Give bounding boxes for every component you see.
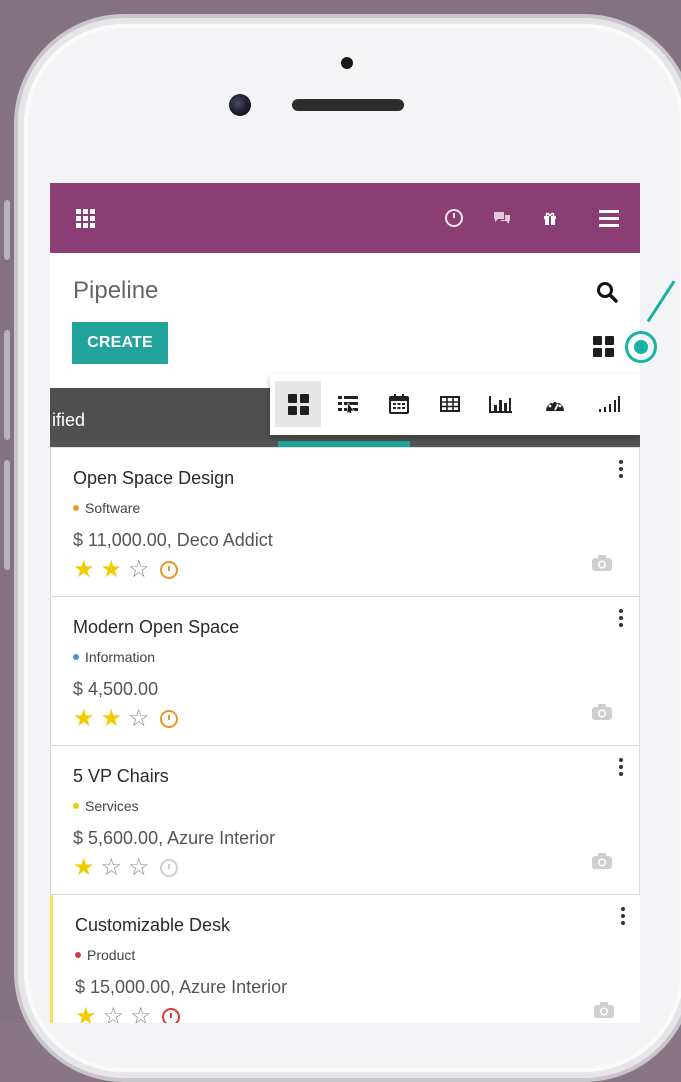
tag-label: Information xyxy=(85,649,156,665)
kanban-card[interactable]: Modern Open Space Information $ 4,500.00… xyxy=(50,597,640,746)
gift-icon[interactable] xyxy=(537,183,563,253)
camera-icon[interactable] xyxy=(591,554,613,572)
top-navbar xyxy=(50,183,640,253)
card-tag: Information xyxy=(73,649,155,665)
star-filled-icon[interactable]: ★ xyxy=(101,707,123,731)
card-title: 5 VP Chairs xyxy=(73,766,169,786)
front-camera xyxy=(229,94,251,116)
card-title: Customizable Desk xyxy=(75,915,231,935)
card-menu-icon[interactable] xyxy=(619,460,623,478)
phone-side-button xyxy=(4,330,10,440)
activity-clock-icon[interactable] xyxy=(159,710,178,728)
camera-icon[interactable] xyxy=(593,1001,615,1019)
dashboard-icon[interactable] xyxy=(532,381,578,427)
calendar-icon[interactable] xyxy=(376,381,422,427)
kanban-card[interactable]: 5 VP Chairs Services $ 5,600.00, Azure I… xyxy=(50,746,640,895)
priority-stars: ★ ★ ☆ xyxy=(73,707,178,731)
card-menu-icon[interactable] xyxy=(619,609,623,627)
tag-color-dot xyxy=(75,952,81,958)
stage-label: ified xyxy=(52,410,86,430)
pivot-icon[interactable] xyxy=(427,381,473,427)
control-panel: Pipeline CREATE xyxy=(50,253,640,387)
card-menu-icon[interactable] xyxy=(619,758,623,776)
phone-side-button xyxy=(4,460,10,570)
search-icon[interactable] xyxy=(595,280,619,304)
tag-label: Software xyxy=(85,500,141,516)
kanban-card[interactable]: Customizable Desk Product $ 15,000.00, A… xyxy=(50,895,640,1023)
tag-color-dot xyxy=(73,505,79,511)
priority-stars: ★ ☆ ☆ xyxy=(75,1005,180,1023)
phone-side-button xyxy=(4,200,10,260)
kanban-icon[interactable] xyxy=(275,381,321,427)
view-switcher-dropdown xyxy=(270,374,640,435)
star-empty-icon[interactable]: ☆ xyxy=(128,558,150,582)
camera-icon[interactable] xyxy=(591,703,613,721)
star-empty-icon[interactable]: ☆ xyxy=(101,856,123,880)
card-menu-icon[interactable] xyxy=(621,907,625,925)
callout-marker xyxy=(625,331,657,363)
apps-icon[interactable] xyxy=(70,183,100,253)
kanban-column: Open Space Design Software $ 11,000.00, … xyxy=(50,447,640,1023)
card-title: Open Space Design xyxy=(73,468,235,488)
priority-stars: ★ ★ ☆ xyxy=(73,558,178,582)
card-tag: Services xyxy=(73,798,139,814)
card-amount: $ 15,000.00, Azure Interior xyxy=(75,977,288,997)
activity-clock-icon[interactable] xyxy=(159,859,178,877)
tag-color-dot xyxy=(73,654,79,660)
card-amount: $ 5,600.00, Azure Interior xyxy=(73,828,276,848)
create-button[interactable]: CREATE xyxy=(72,322,168,364)
view-switcher-toggle-icon[interactable] xyxy=(593,336,617,360)
card-amount: $ 11,000.00, Deco Addict xyxy=(73,530,273,550)
camera-icon[interactable] xyxy=(591,852,613,870)
activity-clock-icon[interactable] xyxy=(161,1008,180,1023)
star-empty-icon[interactable]: ☆ xyxy=(130,1005,152,1024)
chat-icon[interactable] xyxy=(488,183,516,253)
card-amount: $ 4,500.00 xyxy=(73,679,159,699)
tag-label: Product xyxy=(87,947,136,963)
star-filled-icon[interactable]: ★ xyxy=(101,558,123,582)
star-filled-icon[interactable]: ★ xyxy=(73,856,95,880)
star-empty-icon[interactable]: ☆ xyxy=(128,707,150,731)
hamburger-menu-icon[interactable] xyxy=(595,183,623,253)
kanban-card[interactable]: Open Space Design Software $ 11,000.00, … xyxy=(50,447,640,597)
app-screen: Pipeline CREATE ified Open Space Design … xyxy=(50,183,640,1023)
tag-color-dot xyxy=(73,803,79,809)
page-title: Pipeline xyxy=(73,277,159,304)
card-tag: Software xyxy=(73,500,140,516)
star-filled-icon[interactable]: ★ xyxy=(73,707,95,731)
card-tag: Product xyxy=(75,947,135,963)
cohort-icon[interactable] xyxy=(586,381,632,427)
star-empty-icon[interactable]: ☆ xyxy=(103,1005,125,1024)
list-icon[interactable] xyxy=(326,381,372,427)
tag-label: Services xyxy=(85,798,139,814)
star-filled-icon[interactable]: ★ xyxy=(73,558,95,582)
star-filled-icon[interactable]: ★ xyxy=(75,1005,97,1024)
proximity-sensor xyxy=(341,57,353,69)
card-title: Modern Open Space xyxy=(73,617,240,637)
star-empty-icon[interactable]: ☆ xyxy=(128,856,150,880)
graph-icon[interactable] xyxy=(478,381,524,427)
earpiece-speaker xyxy=(292,99,404,111)
priority-stars: ★ ☆ ☆ xyxy=(73,856,178,880)
activity-clock-icon[interactable] xyxy=(159,561,178,579)
clock-icon[interactable] xyxy=(442,183,466,253)
